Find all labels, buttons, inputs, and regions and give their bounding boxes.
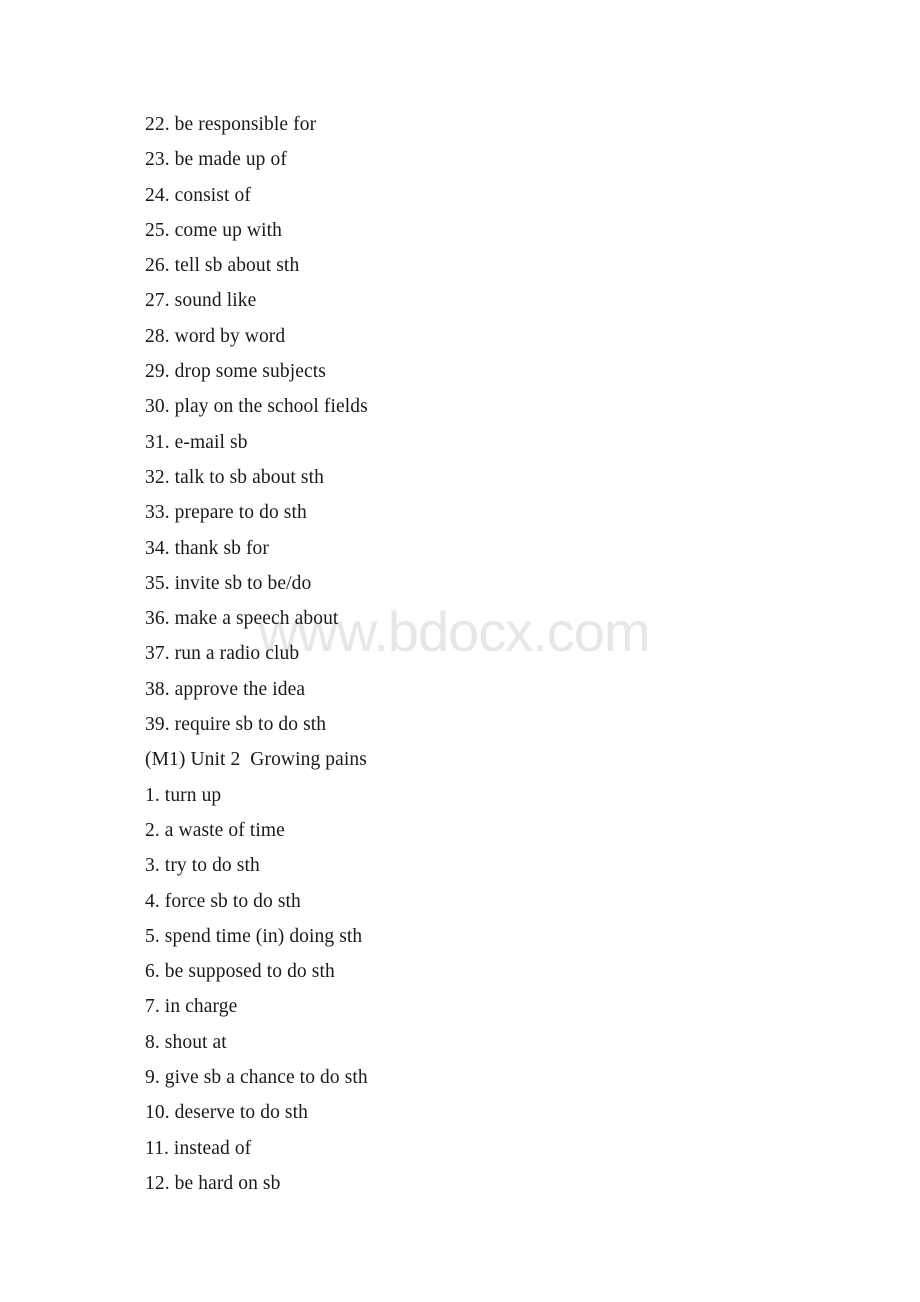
list-item: 36. make a speech about [145,608,339,630]
list-item: 37. run a radio club [145,643,300,665]
list-item: 34. thank sb for [145,537,269,559]
list-item: 32. talk to sb about sth [145,466,324,488]
unit-heading: (M1) Unit 2 Growing pains [145,749,367,771]
list-item: 28. word by word [145,325,286,347]
list-item: 33. prepare to do sth [145,502,307,524]
list-item: 22. be responsible for [145,114,317,135]
list-item: 2. a waste of time [145,819,285,841]
list-item: 5. spend time (in) doing sth [145,925,363,947]
list-item: 29. drop some subjects [145,361,326,383]
list-item: 27. sound like [145,290,257,312]
list-item: 1. turn up [145,784,222,806]
list-item: 31. e-mail sb [145,431,248,453]
list-item: 7. in charge [145,996,238,1018]
list-item: 11. instead of [145,1137,252,1159]
list-item: 9. give sb a chance to do sth [145,1067,368,1089]
list-item: 24. consist of [145,184,251,206]
list-item: 23. be made up of [145,149,287,171]
list-item: 30. play on the school fields [145,396,368,418]
list-item: 35. invite sb to be/do [145,572,312,594]
list-item: 3. try to do sth [145,855,260,877]
list-item: 4. force sb to do sth [145,890,301,912]
list-item: 6. be supposed to do sth [145,961,335,983]
list-item: 26. tell sb about sth [145,255,300,277]
list-item: 10. deserve to do sth [145,1102,308,1124]
list-item: 12. be hard on sb [145,1172,281,1194]
document-page: www.bdocx.com 22. be responsible for 23.… [0,0,920,1302]
document-text-body: 22. be responsible for 23. be made up of… [145,107,845,1201]
list-item: 8. shout at [145,1031,227,1053]
list-item: 39. require sb to do sth [145,714,327,736]
list-item: 25. come up with [145,219,282,241]
list-item: 38. approve the idea [145,678,306,700]
